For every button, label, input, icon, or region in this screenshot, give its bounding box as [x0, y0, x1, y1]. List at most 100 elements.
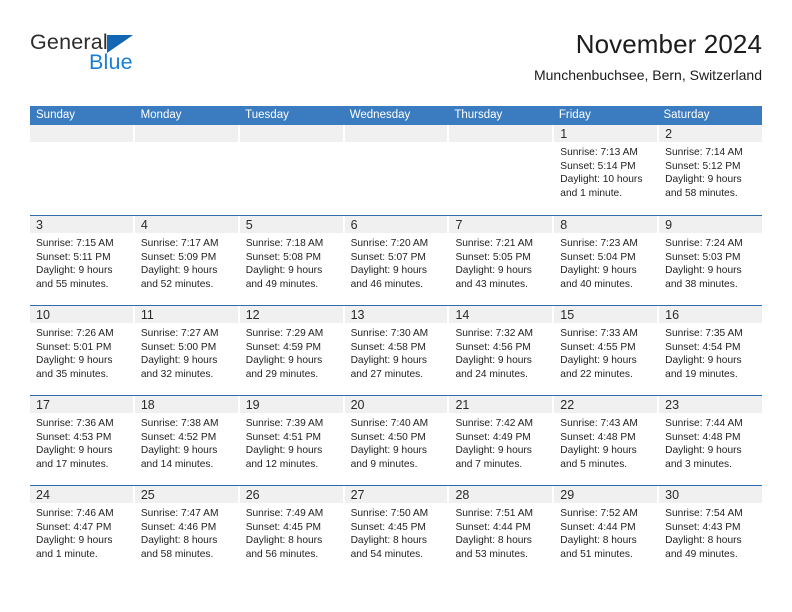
- day-detail-line: Sunset: 4:59 PM: [245, 341, 322, 353]
- day-number: 25: [140, 488, 155, 502]
- calendar-week-row: 3 Sunrise: 7:15 AM Sunset: 5:11 PM Daylight…: [30, 215, 763, 305]
- calendar-day-cell[interactable]: 12 Sunrise: 7:29 AM Sunset: 4:59 PM Dayligh…: [239, 306, 345, 395]
- calendar-day-cell[interactable]: 16 Sunrise: 7:35 AM Sunset: 4:54 PM Dayligh…: [659, 306, 763, 395]
- day-detail-line: Daylight: 8 hours: [350, 535, 428, 547]
- calendar-day-cell[interactable]: 6 Sunrise: 7:20 AM Sunset: 5:07 PM Daylight…: [344, 216, 450, 305]
- calendar-grid: Sunday Monday Tuesday Wednesday Thursday Frid…: [30, 106, 763, 575]
- day-detail-line: Daylight: 9 hours: [36, 355, 113, 367]
- day-detail-line: Daylight: 8 hours: [140, 535, 218, 547]
- day-detail-line: Sunset: 4:55 PM: [560, 341, 636, 353]
- day-number: 23: [665, 398, 680, 412]
- day-details: Sunrise: 7:42 AM Sunset: 4:49 PM Daylight:…: [449, 413, 552, 471]
- calendar-day-cell[interactable]: 10 Sunrise: 7:26 AM Sunset: 5:01 PM Dayligh…: [30, 306, 135, 395]
- calendar-day-cell[interactable]: 7 Sunrise: 7:21 AM Sunset: 5:05 PM Daylight…: [449, 216, 555, 305]
- day-number-band: 16: [659, 306, 763, 323]
- day-number-band: 3: [30, 216, 133, 233]
- calendar-day-cell[interactable]: 13 Sunrise: 7:30 AM Sunset: 4:58 PM Dayligh…: [344, 306, 450, 395]
- day-number-band: [449, 125, 553, 142]
- calendar-day-cell[interactable]: 14 Sunrise: 7:32 AM Sunset: 4:56 PM Dayligh…: [449, 306, 555, 395]
- day-details: Sunrise: 7:27 AM Sunset: 5:00 PM Daylight:…: [135, 323, 238, 381]
- calendar-day-cell[interactable]: 11 Sunrise: 7:27 AM Sunset: 5:00 PM Dayligh…: [134, 306, 240, 395]
- calendar-day-cell[interactable]: 19 Sunrise: 7:39 AM Sunset: 4:51 PM Dayligh…: [239, 396, 345, 485]
- day-number-band: 30: [659, 486, 763, 503]
- page-title: November 2024: [575, 29, 762, 59]
- day-detail-line: Daylight: 9 hours: [665, 445, 742, 457]
- day-detail-line: and 32 minutes.: [140, 368, 214, 380]
- day-detail-line: Sunset: 4:45 PM: [245, 521, 322, 533]
- calendar-day-cell[interactable]: 8 Sunrise: 7:23 AM Sunset: 5:04 PM Daylight…: [554, 216, 660, 305]
- calendar-day-cell[interactable]: 29 Sunrise: 7:52 AM Sunset: 4:44 PM Dayligh…: [554, 486, 660, 575]
- day-detail-line: Sunset: 4:51 PM: [245, 431, 322, 443]
- day-number: 12: [245, 308, 260, 322]
- day-detail-line: Daylight: 9 hours: [245, 445, 323, 457]
- day-number: 11: [140, 308, 154, 322]
- calendar-day-cell[interactable]: 30 Sunrise: 7:54 AM Sunset: 4:43 PM Dayligh…: [659, 486, 763, 575]
- day-detail-line: Daylight: 9 hours: [140, 445, 218, 457]
- day-detail-line: Sunset: 4:46 PM: [140, 521, 217, 533]
- calendar-day-cell[interactable]: 20 Sunrise: 7:40 AM Sunset: 4:50 PM Dayligh…: [344, 396, 450, 485]
- brand-logo[interactable]: General Blue: [30, 31, 250, 88]
- day-detail-line: and 51 minutes.: [560, 548, 633, 560]
- day-detail-line: Daylight: 9 hours: [245, 265, 323, 277]
- day-number: 29: [560, 488, 575, 502]
- day-detail-line: Sunrise: 7:21 AM: [455, 238, 534, 249]
- day-detail-line: Sunset: 5:04 PM: [560, 251, 636, 263]
- day-number-band: 1: [554, 125, 658, 142]
- day-detail-line: and 49 minutes.: [245, 278, 319, 290]
- calendar-day-cell[interactable]: 15 Sunrise: 7:33 AM Sunset: 4:55 PM Dayligh…: [554, 306, 660, 395]
- day-detail-line: Sunset: 4:48 PM: [665, 431, 741, 443]
- calendar-weeks: 1 Sunrise: 7:13 AM Sunset: 5:14 PM Daylight…: [30, 125, 763, 575]
- calendar-day-cell[interactable]: 24 Sunrise: 7:46 AM Sunset: 4:47 PM Dayligh…: [30, 486, 135, 575]
- day-detail-line: Sunrise: 7:24 AM: [665, 238, 743, 249]
- calendar-day-cell[interactable]: 26 Sunrise: 7:49 AM Sunset: 4:45 PM Dayligh…: [239, 486, 345, 575]
- day-details: Sunrise: 7:51 AM Sunset: 4:44 PM Daylight:…: [449, 503, 552, 561]
- calendar-day-cell[interactable]: 27 Sunrise: 7:50 AM Sunset: 4:45 PM Dayligh…: [344, 486, 450, 575]
- day-details: Sunrise: 7:30 AM Sunset: 4:58 PM Daylight:…: [345, 323, 448, 381]
- calendar-day-cell[interactable]: 2 Sunrise: 7:14 AM Sunset: 5:12 PM Daylight…: [659, 125, 763, 215]
- weekday-header-thursday: Thursday: [454, 109, 503, 121]
- day-number-band: 2: [659, 125, 763, 142]
- day-detail-line: Sunrise: 7:26 AM: [36, 328, 114, 339]
- day-detail-line: Daylight: 9 hours: [665, 265, 742, 277]
- weekday-header-tuesday: Tuesday: [245, 109, 289, 121]
- day-details: Sunrise: 7:14 AM Sunset: 5:12 PM Daylight:…: [659, 142, 762, 200]
- calendar-day-cell[interactable]: 22 Sunrise: 7:43 AM Sunset: 4:48 PM Dayligh…: [554, 396, 660, 485]
- day-number-band: 6: [344, 216, 448, 233]
- calendar-day-cell[interactable]: 23 Sunrise: 7:44 AM Sunset: 4:48 PM Dayligh…: [659, 396, 763, 485]
- day-detail-line: Sunset: 4:43 PM: [665, 521, 741, 533]
- day-details: Sunrise: 7:35 AM Sunset: 4:54 PM Daylight:…: [659, 323, 762, 381]
- day-detail-line: Sunrise: 7:27 AM: [140, 328, 219, 339]
- day-details: Sunrise: 7:26 AM Sunset: 5:01 PM Daylight:…: [30, 323, 133, 381]
- calendar-day-cell[interactable]: 21 Sunrise: 7:42 AM Sunset: 4:49 PM Dayligh…: [449, 396, 555, 485]
- day-number-band: 10: [30, 306, 133, 323]
- calendar-day-cell[interactable]: 5 Sunrise: 7:18 AM Sunset: 5:08 PM Daylight…: [239, 216, 345, 305]
- day-detail-line: Sunset: 4:44 PM: [560, 521, 636, 533]
- calendar-day-cell[interactable]: 1 Sunrise: 7:13 AM Sunset: 5:14 PM Daylight…: [554, 125, 660, 215]
- day-number-band: 23: [659, 396, 763, 413]
- calendar-day-cell[interactable]: 3 Sunrise: 7:15 AM Sunset: 5:11 PM Daylight…: [30, 216, 135, 305]
- day-number: 9: [665, 218, 673, 232]
- day-details: Sunrise: 7:32 AM Sunset: 4:56 PM Daylight:…: [449, 323, 552, 381]
- day-detail-line: Sunset: 5:12 PM: [665, 160, 741, 172]
- day-number-band: 18: [134, 396, 238, 413]
- day-detail-line: Sunset: 4:53 PM: [36, 431, 112, 443]
- calendar-day-cell[interactable]: 9 Sunrise: 7:24 AM Sunset: 5:03 PM Daylight…: [659, 216, 763, 305]
- day-detail-line: Sunrise: 7:29 AM: [245, 328, 324, 339]
- day-number-band: 5: [239, 216, 343, 233]
- calendar-day-cell[interactable]: 4 Sunrise: 7:17 AM Sunset: 5:09 PM Daylight…: [134, 216, 240, 305]
- day-details: Sunrise: 7:54 AM Sunset: 4:43 PM Daylight:…: [659, 503, 762, 561]
- day-number-band: 15: [554, 306, 658, 323]
- day-details: Sunrise: 7:40 AM Sunset: 4:50 PM Daylight:…: [345, 413, 448, 471]
- day-detail-line: Sunrise: 7:18 AM: [245, 238, 324, 249]
- day-number: 28: [455, 488, 470, 502]
- calendar-day-cell[interactable]: 28 Sunrise: 7:51 AM Sunset: 4:44 PM Dayligh…: [449, 486, 555, 575]
- day-number-band: 27: [344, 486, 448, 503]
- calendar-day-cell-empty: [239, 125, 345, 215]
- day-details: Sunrise: 7:18 AM Sunset: 5:08 PM Daylight:…: [240, 233, 343, 291]
- calendar-day-cell[interactable]: 17 Sunrise: 7:36 AM Sunset: 4:53 PM Dayligh…: [30, 396, 135, 485]
- calendar-day-cell[interactable]: 25 Sunrise: 7:47 AM Sunset: 4:46 PM Dayligh…: [134, 486, 240, 575]
- day-number: 2: [665, 127, 673, 141]
- calendar-week-row: 1 Sunrise: 7:13 AM Sunset: 5:14 PM Daylight…: [30, 125, 763, 215]
- calendar-day-cell[interactable]: 18 Sunrise: 7:38 AM Sunset: 4:52 PM Dayligh…: [134, 396, 240, 485]
- day-detail-line: and 46 minutes.: [350, 278, 424, 290]
